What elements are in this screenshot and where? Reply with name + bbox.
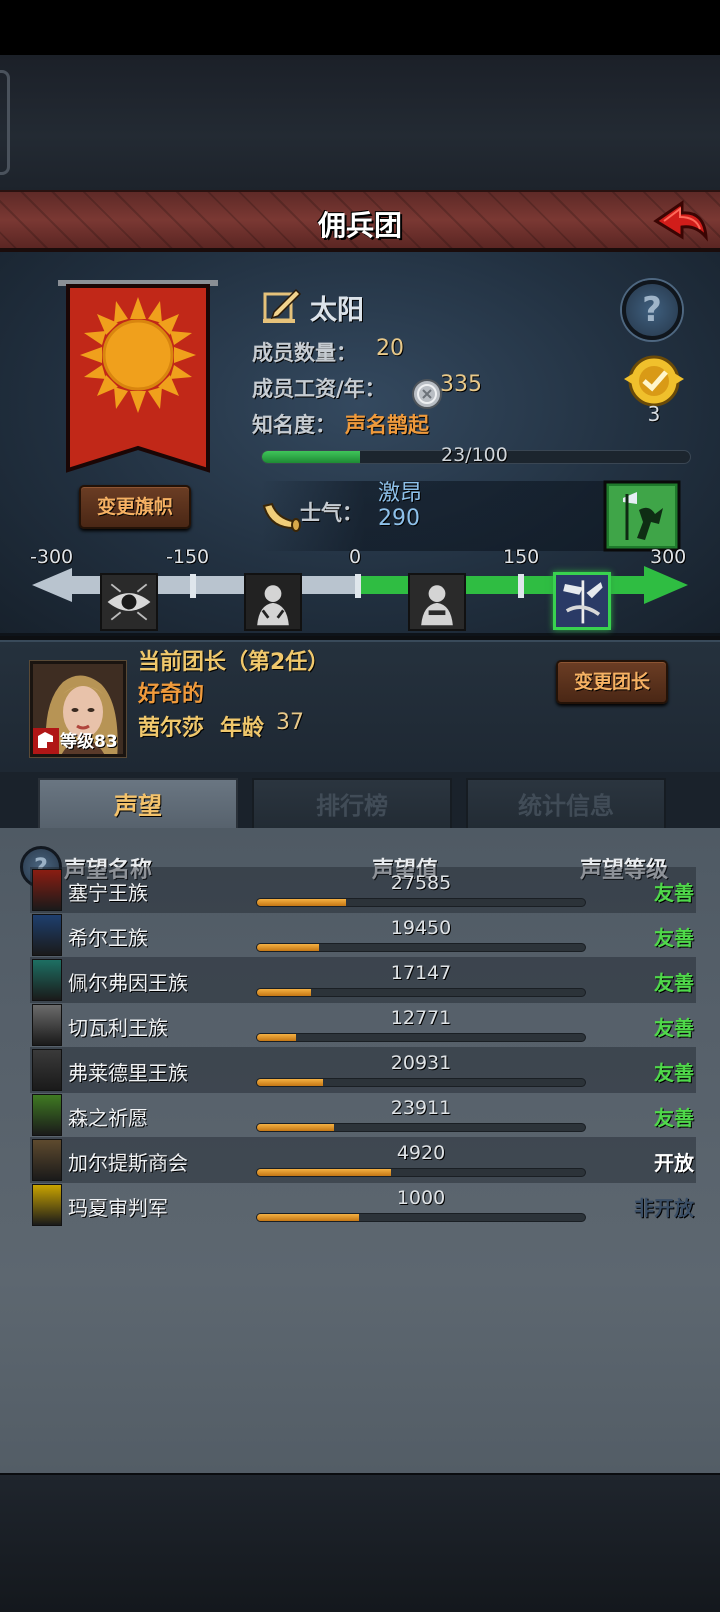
fame-progress-text: 23/100 xyxy=(441,444,508,466)
low-morale-icon[interactable] xyxy=(244,573,302,631)
scale-tick-label: 300 xyxy=(650,546,687,568)
reputation-bar-fill xyxy=(257,899,346,906)
scale-tick-label: -300 xyxy=(30,546,74,568)
top-backdrop xyxy=(0,55,720,190)
fame-value: 声名鹊起 xyxy=(345,413,429,437)
reputation-bar xyxy=(256,898,586,907)
edit-name-icon[interactable] xyxy=(262,286,302,324)
title-bar: 佣兵团 xyxy=(0,190,720,252)
morale-value: 290 xyxy=(378,506,420,531)
reputation-level: 友善 xyxy=(654,1061,694,1085)
faction-crest-icon xyxy=(32,1184,62,1226)
reputation-bar xyxy=(256,1078,586,1087)
reputation-bar xyxy=(256,1123,586,1132)
fame-label: 知名度： xyxy=(252,413,336,437)
reputation-bar xyxy=(256,1033,586,1042)
faction-name: 弗莱德里王族 xyxy=(68,1061,188,1085)
leader-age-label: 年龄 xyxy=(220,716,265,741)
leader-title: 当前团长（第2任） xyxy=(138,650,330,675)
bottom-frame xyxy=(0,1473,720,1612)
page-title: 佣兵团 xyxy=(317,209,402,242)
tab-ranking[interactable]: 排行榜 xyxy=(252,778,452,830)
reputation-level: 友善 xyxy=(654,926,694,950)
faction-crest-icon xyxy=(32,1139,62,1181)
reputation-value: 19450 xyxy=(390,917,452,939)
reputation-bar xyxy=(256,1213,586,1222)
reputation-bar-fill xyxy=(257,1169,392,1176)
wage-value: 335 xyxy=(440,372,482,397)
faction-crest-icon xyxy=(32,869,62,911)
reputation-bar xyxy=(256,988,586,997)
change-banner-button[interactable]: 变更旗帜 xyxy=(79,485,191,529)
high-morale-icon[interactable] xyxy=(553,572,611,630)
faction-name: 塞宁王族 xyxy=(68,881,148,905)
reputation-value: 1000 xyxy=(396,1187,446,1209)
tab-reputation[interactable]: 声望 xyxy=(38,778,238,830)
reputation-bar-fill xyxy=(257,1034,297,1041)
tab-statistics[interactable]: 统计信息 xyxy=(466,778,666,830)
reputation-bar xyxy=(256,1168,586,1177)
reputation-bar-fill xyxy=(257,1124,335,1131)
scale-tick-label: 0 xyxy=(349,546,362,568)
leader-age: 37 xyxy=(276,710,304,735)
faction-crest-icon xyxy=(32,914,62,956)
faction-name: 森之祈愿 xyxy=(68,1106,148,1130)
scale-tick-label: 150 xyxy=(503,546,540,568)
faction-crest-icon xyxy=(32,1004,62,1046)
silver-coin-icon xyxy=(412,379,442,409)
scale-tick-label: -150 xyxy=(166,546,210,568)
side-frame-decoration xyxy=(0,70,10,175)
change-leader-button[interactable]: 变更团长 xyxy=(556,660,668,704)
leader-name: 茜尔莎 xyxy=(138,716,205,741)
reputation-value: 17147 xyxy=(390,962,452,984)
reputation-level: 友善 xyxy=(654,971,694,995)
leader-level: 等级83 xyxy=(60,732,118,752)
help-button[interactable]: ? xyxy=(622,280,682,340)
reputation-bar-fill xyxy=(257,1214,359,1221)
reputation-level: 友善 xyxy=(654,881,694,905)
reputation-bar-fill xyxy=(257,989,312,996)
members-value: 20 xyxy=(376,336,404,361)
faction-name: 希尔王族 xyxy=(68,926,148,950)
reputation-bar xyxy=(256,943,586,952)
medal-count: 3 xyxy=(647,402,661,426)
back-arrow-icon[interactable] xyxy=(652,197,710,247)
faction-name: 佩尔弗因王族 xyxy=(68,971,188,995)
faction-crest-icon xyxy=(32,1094,62,1136)
neutral-morale-icon[interactable] xyxy=(408,573,466,631)
horn-icon xyxy=(262,502,301,532)
reputation-value: 23911 xyxy=(390,1097,452,1119)
mercenary-name: 太阳 xyxy=(310,295,364,326)
reputation-value: 27585 xyxy=(390,872,452,894)
faction-crest-icon xyxy=(32,1049,62,1091)
members-label: 成员数量： xyxy=(252,341,357,365)
morale-state: 激昂 xyxy=(378,481,423,506)
status-bar-area xyxy=(0,0,720,55)
faction-name: 玛夏审判军 xyxy=(68,1196,168,1220)
fame-progress-fill xyxy=(262,451,361,463)
reputation-level: 开放 xyxy=(654,1151,694,1175)
mercenary-banner xyxy=(58,280,218,473)
reputation-value: 12771 xyxy=(390,1007,452,1029)
reputation-level: 非开放 xyxy=(634,1196,694,1220)
reputation-bar-fill xyxy=(257,1079,323,1086)
faction-name: 加尔提斯商会 xyxy=(68,1151,188,1175)
reputation-value: 4920 xyxy=(396,1142,446,1164)
morale-label: 士气： xyxy=(300,501,363,525)
reputation-value: 20931 xyxy=(390,1052,452,1074)
morale-charge-icon[interactable] xyxy=(603,480,681,552)
faction-name: 切瓦利王族 xyxy=(68,1016,168,1040)
reputation-bar-fill xyxy=(257,944,320,951)
reputation-level: 友善 xyxy=(654,1016,694,1040)
faction-crest-icon xyxy=(32,959,62,1001)
despair-eye-icon[interactable] xyxy=(100,573,158,631)
reputation-level: 友善 xyxy=(654,1106,694,1130)
wage-label: 成员工资/年： xyxy=(252,377,386,401)
leader-trait: 好奇的 xyxy=(138,682,205,707)
